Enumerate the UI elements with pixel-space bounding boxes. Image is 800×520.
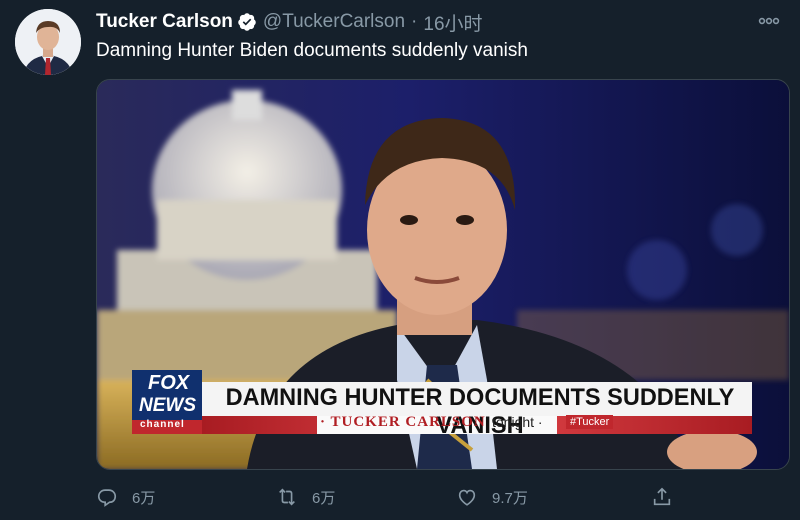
verified-badge-icon bbox=[238, 13, 256, 31]
fox-logo-text: NEWS bbox=[139, 395, 196, 416]
chyron-headline: DAMNING HUNTER DOCUMENTS SUDDENLY VANISH bbox=[225, 384, 735, 439]
author-handle[interactable]: @TuckerCarlson bbox=[263, 11, 405, 33]
retweet-icon bbox=[279, 488, 295, 506]
like-button[interactable]: 9.7万 bbox=[456, 482, 528, 512]
retweet-button[interactable]: 6万 bbox=[276, 482, 335, 512]
tweet-text: Damning Hunter Biden documents suddenly … bbox=[96, 40, 528, 61]
fox-logo-text: channel bbox=[140, 419, 185, 430]
reply-icon bbox=[97, 489, 117, 507]
chyron-show-name: · TUCKER CARLSON bbox=[320, 414, 486, 430]
tweet-header: Tucker Carlson @TuckerCarlson · 16小时 bbox=[96, 9, 780, 36]
retweet-count: 6万 bbox=[312, 489, 336, 507]
separator-dot: · bbox=[411, 11, 418, 32]
author-name[interactable]: Tucker Carlson bbox=[96, 11, 233, 33]
more-horizontal-icon[interactable] bbox=[758, 12, 780, 33]
reply-button[interactable]: 6万 bbox=[96, 482, 155, 512]
tweet-timestamp[interactable]: 16小时 bbox=[423, 9, 482, 36]
share-button[interactable] bbox=[651, 482, 673, 512]
share-icon bbox=[653, 487, 671, 506]
chyron-tonight: tonight · bbox=[492, 414, 543, 430]
chyron-hashtag: #Tucker bbox=[566, 415, 614, 429]
heart-icon bbox=[458, 489, 476, 506]
reply-count: 6万 bbox=[132, 489, 156, 507]
fox-logo-text: FOX bbox=[148, 372, 190, 394]
tweet-actions: 6万 6万 9.7万 bbox=[96, 482, 776, 512]
author-avatar[interactable] bbox=[15, 9, 81, 75]
like-count: 9.7万 bbox=[492, 489, 528, 507]
